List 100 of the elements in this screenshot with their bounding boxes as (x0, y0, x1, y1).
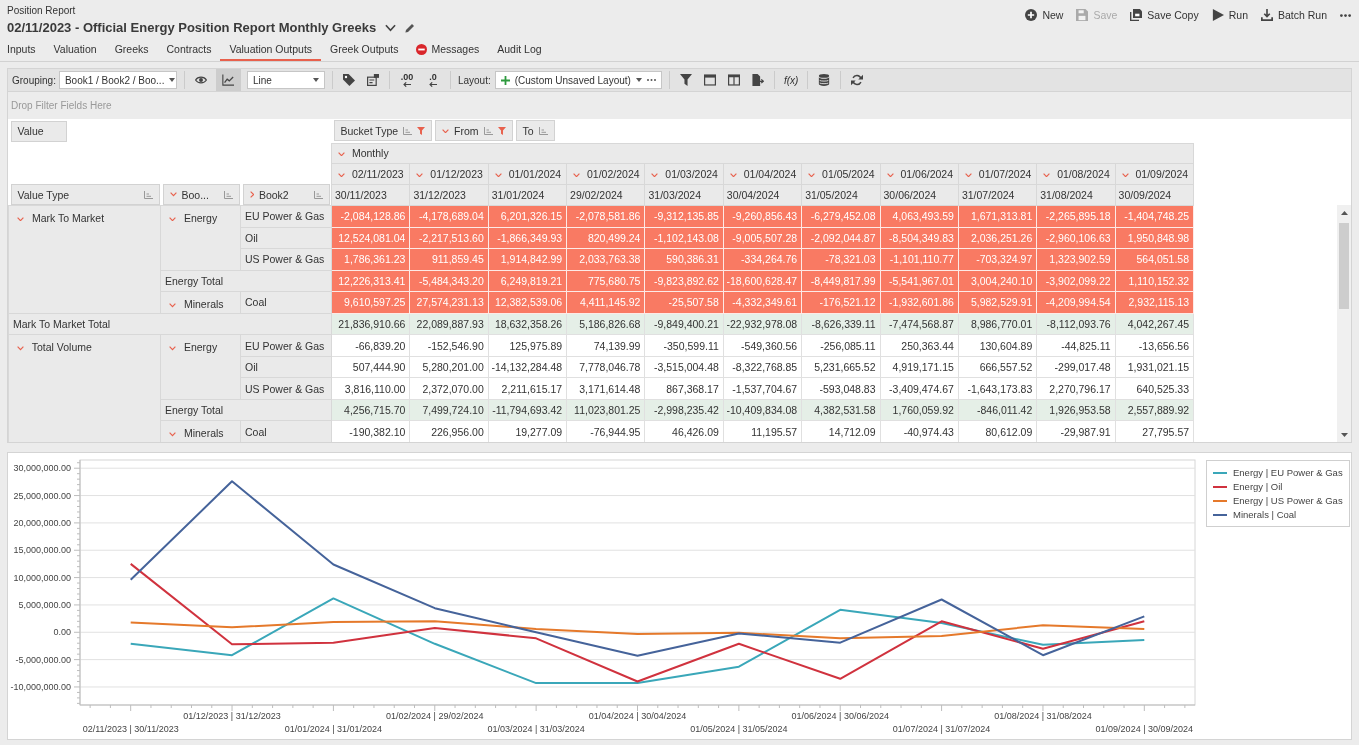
line-chart-icon (222, 74, 235, 86)
filter-icon (679, 74, 692, 86)
sort-icon (223, 190, 233, 199)
y-tick-label: 10,000,000.00 (13, 572, 71, 583)
x-tick-label: 01/09/2024 | 30/09/2024 (1095, 724, 1194, 734)
legend-label: Minerals | Coal (1233, 509, 1297, 520)
y-tick-label: 0.00 (53, 627, 71, 638)
sort-icon (483, 126, 493, 135)
y-tick-label: 15,000,000.00 (13, 545, 71, 556)
report-title: 02/11/2023 - Official Energy Position Report Monthly Greeks (7, 19, 377, 37)
row-header-cell: Mark To Market Total (8, 313, 332, 335)
copy-icon (1130, 9, 1143, 21)
plus-circle-icon (1025, 9, 1038, 21)
tab[interactable]: Contracts (157, 40, 221, 61)
sort-icon (314, 190, 323, 199)
row-header-cell: Energy Total (160, 399, 332, 421)
filter-drop-area: Drop Filter Fields Here (8, 92, 1351, 119)
row-header-cell[interactable]: Energy (160, 205, 241, 271)
field-button[interactable]: Book2 (242, 184, 330, 205)
caret-down-icon (635, 78, 642, 82)
action-button[interactable]: Save Copy (1130, 6, 1199, 24)
row-header-cell[interactable]: Total Volume (8, 334, 161, 442)
field-button[interactable]: To (515, 120, 555, 142)
x-tick-label: 01/02/2024 | 29/02/2024 (386, 711, 484, 721)
app-title: Position Report (7, 4, 77, 17)
export-icon (751, 74, 764, 86)
more-icon (1340, 13, 1351, 17)
formula-button[interactable]: f(x) (781, 71, 801, 89)
action-button[interactable]: Run (1211, 6, 1248, 24)
chart-type-dropdown[interactable]: Line (246, 71, 325, 89)
tab[interactable]: Greeks (105, 40, 158, 61)
window-icon (703, 74, 716, 86)
tag-icon (342, 74, 355, 86)
x-tick-label: 01/01/2024 | 31/01/2024 (284, 724, 383, 734)
chart-toggle-button[interactable] (215, 69, 241, 91)
sort-icon (143, 190, 153, 199)
row-header-cell[interactable]: Energy (160, 334, 241, 400)
column-header-cell[interactable]: 02/11/2023 (331, 163, 410, 184)
tab[interactable]: Valuation Outputs (220, 40, 322, 61)
chevron-down-icon[interactable] (385, 24, 397, 32)
plus-icon (500, 75, 510, 85)
layout-label: Layout: (457, 74, 491, 86)
x-tick-label: 01/03/2024 | 31/03/2024 (487, 724, 585, 734)
field-button[interactable]: From (435, 120, 513, 142)
columns-icon (727, 74, 740, 86)
tab[interactable]: Messages (407, 40, 489, 61)
database-icon (818, 74, 831, 86)
scroll-up-icon[interactable] (1340, 211, 1348, 215)
field-button[interactable]: Value Type (10, 184, 160, 205)
caret-down-icon (169, 78, 176, 82)
field-button[interactable]: Value (10, 120, 67, 142)
tab[interactable]: Audit Log (488, 40, 551, 61)
y-tick-label: -10,000,000.00 (10, 681, 71, 692)
column-header-cell: 30/11/2023 (331, 184, 410, 206)
field-button[interactable]: Boo... (162, 184, 240, 205)
label-box-icon (366, 74, 379, 86)
row-header-cell[interactable]: Mark To Market (8, 205, 161, 314)
x-tick-label: 02/11/2023 | 30/11/2023 (82, 724, 179, 734)
action-button[interactable]: New (1025, 6, 1064, 24)
arrow-icon (428, 82, 437, 87)
sort-icon (538, 126, 548, 135)
field-button[interactable]: Bucket Type (333, 120, 433, 142)
x-tick-label: 01/05/2024 | 31/05/2024 (690, 724, 788, 734)
column-group-header[interactable]: Monthly (331, 143, 1194, 163)
row-header-cell: EU Power & Gas (240, 205, 332, 228)
x-tick-label: 01/12/2023 | 31/12/2023 (183, 711, 281, 721)
decimals-button[interactable]: .00 (396, 71, 417, 89)
legend-label: Energy | US Power & Gas (1233, 495, 1343, 506)
tab[interactable]: Inputs (0, 40, 45, 61)
download-icon (1260, 9, 1273, 21)
legend-label: Energy | Oil (1233, 481, 1283, 492)
grouping-dropdown[interactable]: Book1 / Book2 / Boo... (58, 71, 177, 89)
action-button[interactable]: Batch Run (1260, 6, 1327, 24)
x-tick-label: 01/04/2024 | 30/04/2024 (588, 711, 687, 721)
decimals-button[interactable]: .0 (422, 71, 443, 89)
play-icon (1211, 9, 1224, 21)
layout-dropdown[interactable]: (Custom Unsaved Layout) (494, 71, 662, 89)
sort-icon (403, 126, 413, 135)
tab[interactable]: Valuation (44, 40, 106, 61)
x-tick-label: 01/08/2024 | 31/08/2024 (994, 711, 1092, 721)
tab[interactable]: Greek Outputs (321, 40, 408, 61)
y-tick-label: 25,000,000.00 (13, 490, 71, 501)
eye-icon (194, 74, 207, 86)
refresh-icon (851, 74, 864, 86)
y-tick-label: 5,000,000.00 (18, 599, 71, 610)
y-tick-label: -5,000,000.00 (15, 654, 71, 665)
row-header-cell: Energy Total (160, 270, 332, 292)
arrow-icon (402, 82, 411, 87)
pencil-icon[interactable] (405, 23, 416, 33)
legend-label: Energy | EU Power & Gas (1233, 467, 1343, 478)
x-tick-label: 01/07/2024 | 31/07/2024 (892, 724, 991, 734)
x-tick-label: 01/06/2024 | 30/06/2024 (791, 711, 889, 721)
caret-down-icon (312, 78, 319, 82)
scrollbar-track[interactable] (1337, 205, 1351, 442)
grouping-label: Grouping: (12, 74, 56, 86)
scroll-down-icon[interactable] (1340, 433, 1348, 437)
y-tick-label: 30,000,000.00 (13, 463, 71, 474)
y-tick-label: 20,000,000.00 (13, 517, 71, 528)
minus-circle-icon (416, 43, 428, 55)
scrollbar-thumb[interactable] (1339, 223, 1349, 309)
